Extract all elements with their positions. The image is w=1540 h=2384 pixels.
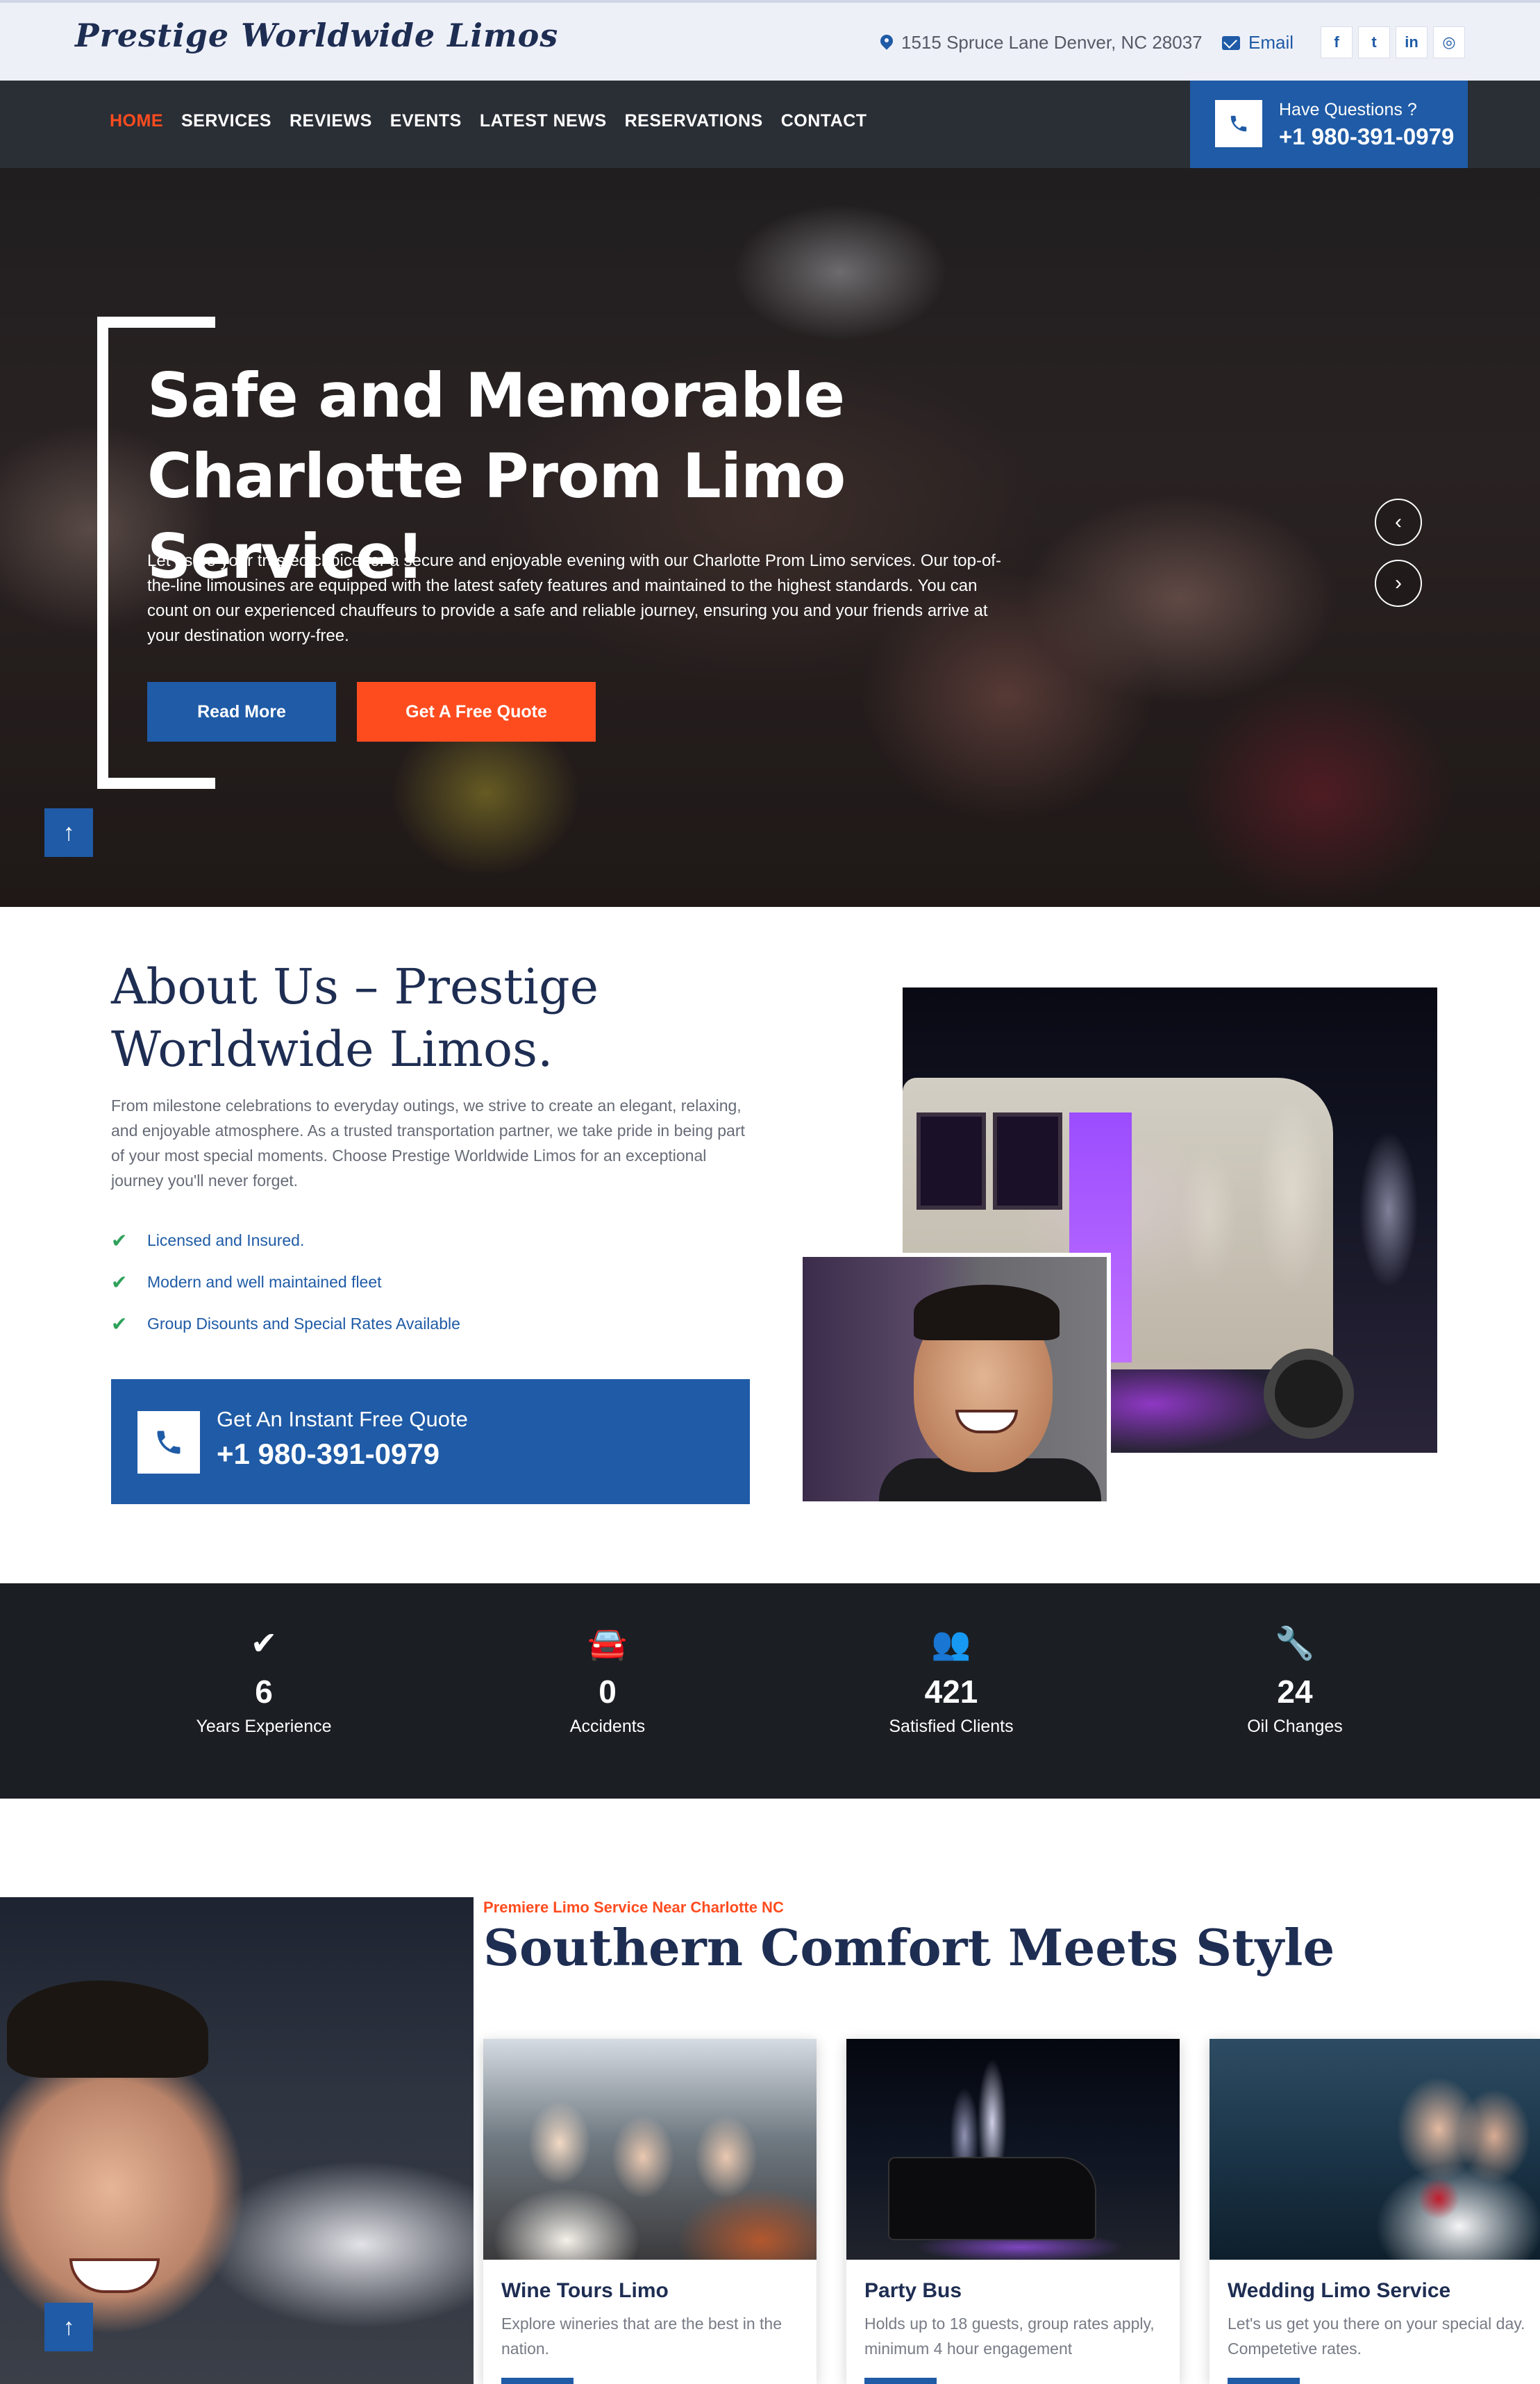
check-icon: ✔ xyxy=(111,1312,128,1335)
wrench-icon: 🔧 xyxy=(1275,1625,1315,1661)
phone-icon xyxy=(137,1411,200,1474)
free-quote-button[interactable]: Get A Free Quote xyxy=(357,682,596,742)
about-text: From milestone celebrations to everyday … xyxy=(111,1097,745,1190)
card-title[interactable]: Wedding Limo Service xyxy=(1228,2279,1450,2303)
service-card-wedding[interactable]: Wedding Limo Service Let's us get you th… xyxy=(1210,2039,1540,2384)
slider-prev-icon[interactable]: ‹ xyxy=(1375,499,1422,546)
list-item: ✔ Group Disounts and Special Rates Availa… xyxy=(111,1303,460,1344)
chauffeur-photo: ↑ xyxy=(0,1897,474,2384)
address: 1515 Spruce Lane Denver, NC 28037 xyxy=(880,32,1203,53)
check-icon: ✔ xyxy=(111,1271,128,1293)
instant-quote-box[interactable]: Get An Instant Free Quote +1 980-391-097… xyxy=(111,1379,750,1504)
photo-smile xyxy=(69,2258,160,2293)
address-text: 1515 Spruce Lane Denver, NC 28037 xyxy=(901,32,1203,53)
phone-icon xyxy=(1215,100,1262,147)
nav-item-contact[interactable]: CONTACT xyxy=(781,111,867,131)
slider-next-icon[interactable]: › xyxy=(1375,560,1422,607)
nav-item-home[interactable]: HOME xyxy=(110,111,163,131)
party-bus-card-photo xyxy=(846,2039,1180,2260)
bus-window xyxy=(917,1112,986,1210)
nav-item-services[interactable]: SERVICES xyxy=(181,111,271,131)
stat-value: 0 xyxy=(599,1674,617,1710)
stat-label: Accidents xyxy=(569,1717,646,1736)
card-title[interactable]: Party Bus xyxy=(864,2279,962,2303)
email-link[interactable]: Email xyxy=(1222,32,1294,53)
card-text: Let's us get you there on your special d… xyxy=(1228,2315,1525,2358)
stat-oil-changes: 🔧 24 Oil Changes xyxy=(1191,1622,1399,1737)
about-title: About Us – Prestige Worldwide Limos. xyxy=(111,958,599,1078)
nav-item-latest-news[interactable]: LATEST NEWS xyxy=(480,111,607,131)
about-checklist: ✔ Licensed and Insured. ✔ Modern and well … xyxy=(111,1219,460,1344)
checklist-label: Modern and well maintained fleet xyxy=(147,1272,382,1291)
service-card-party-bus[interactable]: Party Bus Holds up to 18 guests, group r… xyxy=(846,2039,1180,2384)
bus-wheel xyxy=(1264,1349,1354,1439)
stat-value: 6 xyxy=(255,1674,273,1710)
map-pin-icon xyxy=(880,35,893,51)
scroll-top-icon[interactable]: ↑ xyxy=(44,2303,93,2351)
stat-clients: 👥 421 Satisfied Clients xyxy=(847,1622,1055,1737)
car-crash-icon: 🚘 xyxy=(587,1625,628,1661)
bus-shape xyxy=(888,2157,1096,2240)
social-links: f t in ◎ xyxy=(1321,26,1465,58)
checklist-label: Group Disounts and Special Rates Availab… xyxy=(147,1314,460,1333)
scroll-top-icon[interactable]: ↑ xyxy=(44,808,93,857)
services-kicker: Premiere Limo Service Near Charlotte NC xyxy=(483,1899,784,1916)
list-item: ✔ Modern and well maintained fleet xyxy=(111,1261,460,1303)
hero-text: Let us be your trusted choice for a secu… xyxy=(147,551,1001,645)
envelope-icon xyxy=(1222,35,1240,50)
questions-phone[interactable]: +1 980-391-0979 xyxy=(1279,124,1454,150)
top-bar: Prestige Worldwide Limos 1515 Spruce Lan… xyxy=(0,0,1540,81)
card-link-bar[interactable] xyxy=(1228,2378,1300,2384)
twitter-icon[interactable]: t xyxy=(1358,26,1390,58)
nav-menu: HOME SERVICES REVIEWS EVENTS LATEST NEWS… xyxy=(110,111,867,131)
quote-phone[interactable]: +1 980-391-0979 xyxy=(217,1437,440,1471)
questions-label: Have Questions ? xyxy=(1279,100,1417,119)
quote-label: Get An Instant Free Quote xyxy=(217,1407,468,1431)
nav-item-reviews[interactable]: REVIEWS xyxy=(290,111,372,131)
stat-accidents: 🚘 0 Accidents xyxy=(503,1622,712,1737)
users-icon: 👥 xyxy=(931,1625,971,1661)
stat-label: Satisfied Clients xyxy=(889,1717,1014,1736)
stat-value: 421 xyxy=(924,1674,978,1710)
wedding-photo xyxy=(1210,2039,1540,2260)
bus-window xyxy=(993,1112,1062,1210)
stat-years: ✔ 6 Years Experience xyxy=(160,1622,368,1737)
service-card-wine-tours[interactable]: Wine Tours Limo Explore wineries that ar… xyxy=(483,2039,817,2384)
photo-hair xyxy=(7,1981,208,2078)
stats-bar: ✔ 6 Years Experience 🚘 0 Accidents 👥 421… xyxy=(0,1583,1540,1799)
facebook-icon[interactable]: f xyxy=(1321,26,1353,58)
nav-item-events[interactable]: EVENTS xyxy=(390,111,462,131)
wine-tours-photo xyxy=(483,2039,817,2260)
card-text: Explore wineries that are the best in th… xyxy=(501,2315,782,2358)
card-link-bar[interactable] xyxy=(864,2378,937,2384)
nav-item-reservations[interactable]: RESERVATIONS xyxy=(625,111,763,131)
call-us-box[interactable]: Have Questions ? +1 980-391-0979 xyxy=(1190,81,1468,168)
brand-logo[interactable]: Prestige Worldwide Limos xyxy=(75,17,558,54)
email-label[interactable]: Email xyxy=(1248,32,1294,53)
list-item: ✔ Licensed and Insured. xyxy=(111,1219,460,1261)
checklist-label: Licensed and Insured. xyxy=(147,1231,305,1249)
stat-label: Oil Changes xyxy=(1247,1717,1343,1736)
card-link-bar[interactable] xyxy=(501,2378,574,2384)
read-more-button[interactable]: Read More xyxy=(147,682,336,742)
hero-slider: Safe and Memorable Charlotte Prom Limo S… xyxy=(0,168,1540,907)
selfie-hair xyxy=(914,1285,1060,1340)
card-text: Holds up to 18 guests, group rates apply… xyxy=(864,2315,1155,2358)
owner-selfie-photo xyxy=(798,1253,1111,1506)
card-title[interactable]: Wine Tours Limo xyxy=(501,2279,669,2303)
stat-label: Years Experience xyxy=(196,1717,332,1736)
stat-value: 24 xyxy=(1277,1674,1313,1710)
check-icon: ✔ xyxy=(111,1229,128,1251)
instagram-icon[interactable]: ◎ xyxy=(1433,26,1465,58)
services-title: Southern Comfort Meets Style xyxy=(483,1918,1335,1977)
check-icon: ✔ xyxy=(250,1625,278,1661)
linkedin-icon[interactable]: in xyxy=(1396,26,1428,58)
